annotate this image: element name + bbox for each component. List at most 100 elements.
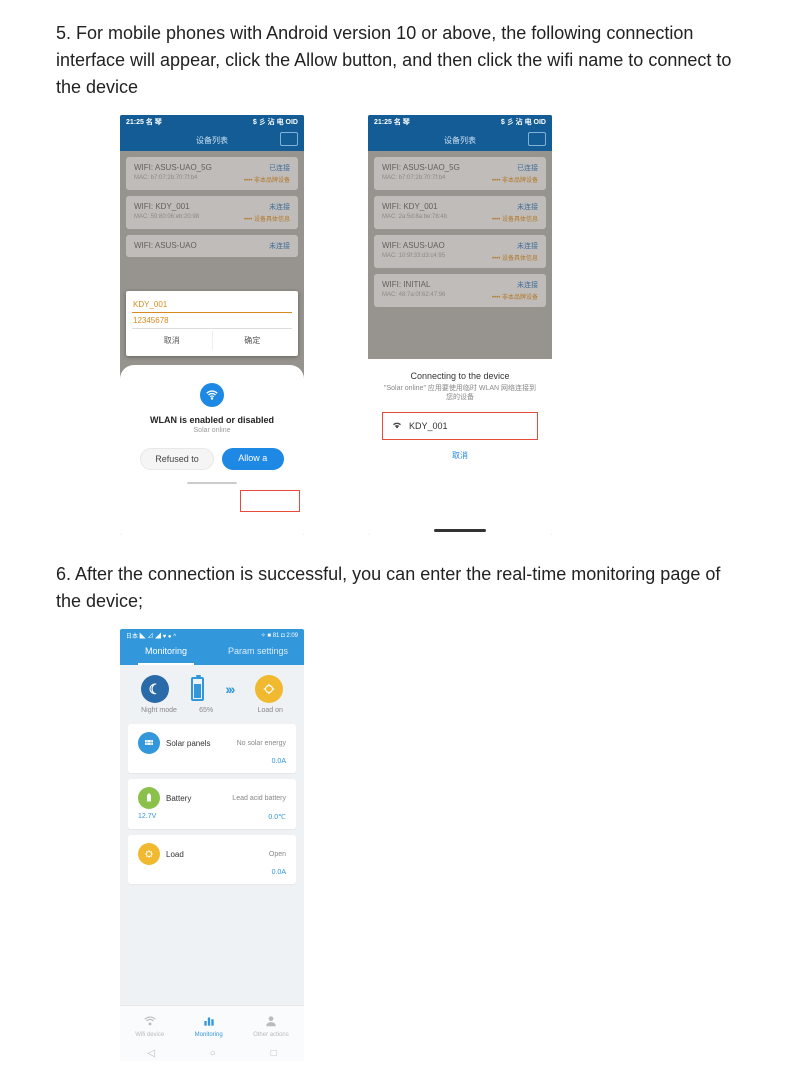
screenshot-row-2: 日本 ◣ ⊿ ◢ ♥ ● ^ ✧ ■ 81 ◘ 2:09 Monitoring … [56, 629, 744, 1061]
wifi-nav-icon [143, 1014, 157, 1031]
wifi-mac: MAC: 10:9f:33:d3:c4:95 [382, 253, 445, 262]
status-icons: $ 彡 沾 电 OID [501, 117, 546, 127]
wifi-row[interactable]: WIFI: INITIAL 未连接 MAC: 48:7a:0f:62:47:96 •… [374, 274, 546, 307]
nav-monitoring[interactable]: Monitoring [195, 1014, 223, 1038]
solar-icon [138, 732, 160, 754]
popup-ok-button[interactable]: 确定 [213, 331, 293, 350]
battery-right-text: Lead acid battery [232, 795, 286, 802]
status-bar: 日本 ◣ ⊿ ◢ ♥ ● ^ ✧ ■ 81 ◘ 2:09 [120, 629, 304, 641]
battery-pct-label: 65% [199, 707, 213, 714]
status-time: 21:25 名 琴 [374, 117, 410, 127]
wifi-row[interactable]: WIFI: KDY_001未连接 MAC: 59:80:06:eb:20:98•… [126, 196, 298, 229]
nav-monitoring-label: Monitoring [195, 1032, 223, 1038]
solar-current-value: 0.0A [272, 758, 286, 765]
home-icon[interactable]: ○ [210, 1048, 216, 1059]
wifi-row[interactable]: WIFI: ASUS-UAO未连接 MAC: 10:9f:33:d3:c4:95… [374, 235, 546, 268]
wifi-list: WIFI: ASUS-UAO_5G 已连接 MAC: b7:07:2b:70:7f… [120, 151, 304, 400]
recent-icon[interactable]: □ [271, 1048, 277, 1059]
top-tabs: Monitoring Param settings [120, 641, 304, 665]
night-mode-label: Night mode [141, 707, 177, 714]
screenshot-row-1: 21:25 名 琴 $ 彡 沾 电 OID 设备列表 WIFI: ASUS-UA… [56, 115, 744, 535]
load-on-icon [255, 675, 283, 703]
status-bar: 21:25 名 琴 $ 彡 沾 电 OID [368, 115, 552, 129]
wifi-mac: MAC: 48:7a:0f:62:47:96 [382, 292, 445, 301]
battery-card-icon [138, 787, 160, 809]
signal-bars-icon: •••• 非本品牌设备 [492, 292, 538, 301]
cancel-button[interactable]: 取消 [382, 450, 538, 461]
battery-voltage-value: 12.7V [138, 813, 156, 821]
instruction-step-6: 6. After the connection is successful, y… [56, 561, 744, 615]
refresh-button[interactable] [528, 132, 546, 146]
flow-arrows-icon: ››› [225, 681, 233, 697]
wifi-name: WIFI: ASUS-UAO [134, 241, 197, 251]
person-icon [264, 1014, 278, 1031]
refresh-button[interactable] [280, 132, 298, 146]
wifi-name: WIFI: KDY_001 [134, 202, 190, 212]
battery-temp-value: 0.0℃ [268, 813, 286, 821]
top-bar-title: 设备列表 [196, 135, 228, 146]
status-bar: 21:25 名 琴 $ 彡 沾 电 OID [120, 115, 304, 129]
sheet-title: WLAN is enabled or disabled [132, 415, 292, 425]
load-right-text: Open [269, 851, 286, 858]
bottom-nav: Wifi device Monitoring Other actions [120, 1005, 304, 1045]
load-label: Load [166, 850, 269, 859]
status-right: ✧ ■ 81 ◘ 2:09 [261, 632, 298, 639]
allow-button[interactable]: Allow a [222, 448, 284, 470]
solar-right-text: No solar energy [237, 740, 286, 747]
home-indicator [434, 529, 486, 532]
bar-chart-icon [202, 1014, 216, 1031]
load-card-icon [138, 843, 160, 865]
wifi-status: 未连接 [269, 241, 290, 251]
wifi-mac: MAC: 2a:5d:8a:be:78:4b [382, 214, 447, 223]
wifi-icon [391, 419, 403, 433]
signal-bars-icon: •••• 设备具体信息 [492, 253, 538, 262]
solar-panels-card[interactable]: Solar panels No solar energy 0.0A [128, 724, 296, 773]
connecting-sheet: Connecting to the device "Solar online" … [368, 359, 552, 535]
popup-cancel-button[interactable]: 取消 [132, 331, 213, 350]
wifi-mac: MAC: b7:07:2b:70:7f:b4 [134, 175, 197, 184]
wifi-row[interactable]: WIFI: ASUS-UAO_5G已连接 MAC: b7:07:2b:70:7f… [374, 157, 546, 190]
status-icons: $ 彡 沾 电 OID [253, 117, 298, 127]
status-panel: ☾ ››› Night mode 65% Load on [120, 665, 304, 724]
connecting-title: Connecting to the device [382, 371, 538, 381]
status-left: 日本 ◣ ⊿ ◢ ♥ ● ^ [126, 631, 176, 640]
wifi-row[interactable]: WIFI: ASUS-UAO 未连接 [126, 235, 298, 257]
wifi-list: WIFI: ASUS-UAO_5G已连接 MAC: b7:07:2b:70:7f… [368, 151, 552, 319]
cards-column: Solar panels No solar energy 0.0A Batter… [120, 724, 304, 884]
wifi-row[interactable]: WIFI: ASUS-UAO_5G 已连接 MAC: b7:07:2b:70:7f… [126, 157, 298, 190]
nav-wifi-device[interactable]: Wifi device [135, 1014, 164, 1038]
wifi-status: 未连接 [517, 202, 538, 212]
solar-label: Solar panels [166, 739, 237, 748]
back-icon[interactable]: ◁ [147, 1048, 155, 1059]
nav-other-label: Other actions [253, 1032, 289, 1038]
signal-bars-icon: •••• 非本品牌设备 [244, 175, 290, 184]
wifi-mac: MAC: 59:80:06:eb:20:98 [134, 214, 199, 223]
load-card[interactable]: Load Open 0.0A [128, 835, 296, 884]
wifi-mac: MAC: b7:07:2b:70:7f:b4 [382, 175, 445, 184]
wifi-select-name: KDY_001 [409, 421, 448, 431]
battery-card[interactable]: Battery Lead acid battery 12.7V0.0℃ [128, 779, 296, 829]
top-bar: 设备列表 [120, 129, 304, 151]
popup-password-input[interactable]: 12345678 [132, 313, 292, 329]
wifi-row[interactable]: WIFI: KDY_001未连接 MAC: 2a:5d:8a:be:78:4b•… [374, 196, 546, 229]
wifi-name: WIFI: KDY_001 [382, 202, 438, 212]
tab-param-settings[interactable]: Param settings [212, 641, 304, 665]
load-current-value: 0.0A [272, 869, 286, 876]
wifi-status: 未连接 [517, 280, 538, 290]
wifi-status: 未连接 [269, 202, 290, 212]
refuse-button[interactable]: Refused to [140, 448, 214, 470]
instruction-step-5: 5. For mobile phones with Android versio… [56, 20, 744, 101]
screenshot-phone-b: 21:25 名 琴 $ 彡 沾 电 OID 设备列表 WIFI: ASUS-UA… [368, 115, 552, 535]
connecting-description: "Solar online" 应用要使用临时 WLAN 网络连接到您的设备 [382, 384, 538, 402]
nav-wifi-label: Wifi device [135, 1032, 164, 1038]
top-bar: 设备列表 [368, 129, 552, 151]
popup-wifi-name: KDY_001 [132, 297, 292, 313]
wifi-name: WIFI: INITIAL [382, 280, 430, 290]
nav-other-actions[interactable]: Other actions [253, 1014, 289, 1038]
wifi-name: WIFI: ASUS-UAO_5G [134, 163, 212, 173]
wifi-status: 已连接 [269, 163, 290, 173]
wifi-select-option[interactable]: KDY_001 [382, 412, 538, 440]
signal-bars-icon: •••• 非本品牌设备 [492, 175, 538, 184]
battery-icon [191, 677, 204, 701]
tab-monitoring[interactable]: Monitoring [120, 641, 212, 665]
